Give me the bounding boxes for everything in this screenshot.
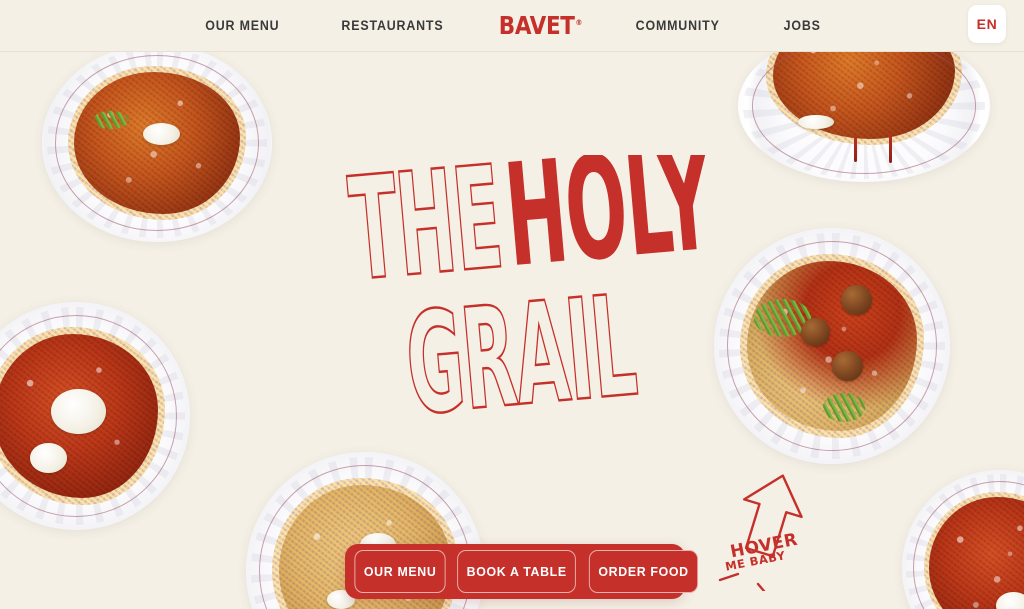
- nav-community[interactable]: COMMUNITY: [636, 18, 720, 33]
- nav-jobs[interactable]: JOBS: [783, 18, 820, 33]
- arrow-up-right-icon: [718, 474, 803, 593]
- parmesan-shaving: [798, 115, 834, 129]
- headline-holy: HOLY: [499, 155, 720, 299]
- registered-trademark-icon: ®: [575, 17, 582, 27]
- logo-wordmark: BAVET: [498, 11, 575, 40]
- sauce-drip: [889, 133, 893, 164]
- nav-restaurants[interactable]: RESTAURANTS: [341, 18, 443, 33]
- nav-group-left: OUR MENU RESTAURANTS: [202, 18, 448, 33]
- cta-order-food[interactable]: ORDER FOOD: [588, 550, 699, 593]
- hover-hint-line1: HOVER: [728, 529, 800, 563]
- hover-hint: HOVER ME BABY: [714, 466, 834, 593]
- parmesan-shaving: [143, 123, 180, 145]
- page-root: THE HOLY GRAIL HOVER ME BABY OUR MENU BO…: [0, 0, 1024, 609]
- main-navigation: OUR MENU RESTAURANTS BAVET® COMMUNITY JO…: [0, 0, 1024, 51]
- cta-button-group: OUR MENU BOOK A TABLE ORDER FOOD: [345, 544, 699, 599]
- meatball: [832, 350, 863, 382]
- hover-hint-line2: ME BABY: [724, 548, 787, 574]
- burrata: [30, 443, 67, 473]
- burrata: [50, 388, 106, 435]
- plate-mid-right: [714, 228, 950, 464]
- cta-our-menu[interactable]: OUR MENU: [354, 550, 446, 593]
- meatball: [801, 317, 830, 346]
- language-switcher[interactable]: EN: [968, 5, 1006, 43]
- nav-group-right: COMMUNITY JOBS: [632, 18, 822, 33]
- sauce-drip: [853, 136, 857, 163]
- arugula-garnish: [822, 393, 866, 422]
- plate-mid-left: [0, 302, 190, 530]
- headline-the: THE: [344, 155, 508, 312]
- plate-bot-right: [902, 470, 1024, 609]
- cta-book-a-table[interactable]: BOOK A TABLE: [457, 550, 577, 593]
- meatball: [841, 284, 873, 316]
- plate-top-right: [738, 30, 990, 182]
- nav-our-menu[interactable]: OUR MENU: [205, 18, 279, 33]
- site-header: OUR MENU RESTAURANTS BAVET® COMMUNITY JO…: [0, 0, 1024, 52]
- plate-top-left: [42, 44, 272, 242]
- hero-headline: THE HOLY GRAIL: [343, 155, 720, 448]
- bavet-logo[interactable]: BAVET®: [498, 11, 582, 40]
- headline-grail: GRAIL: [400, 266, 641, 447]
